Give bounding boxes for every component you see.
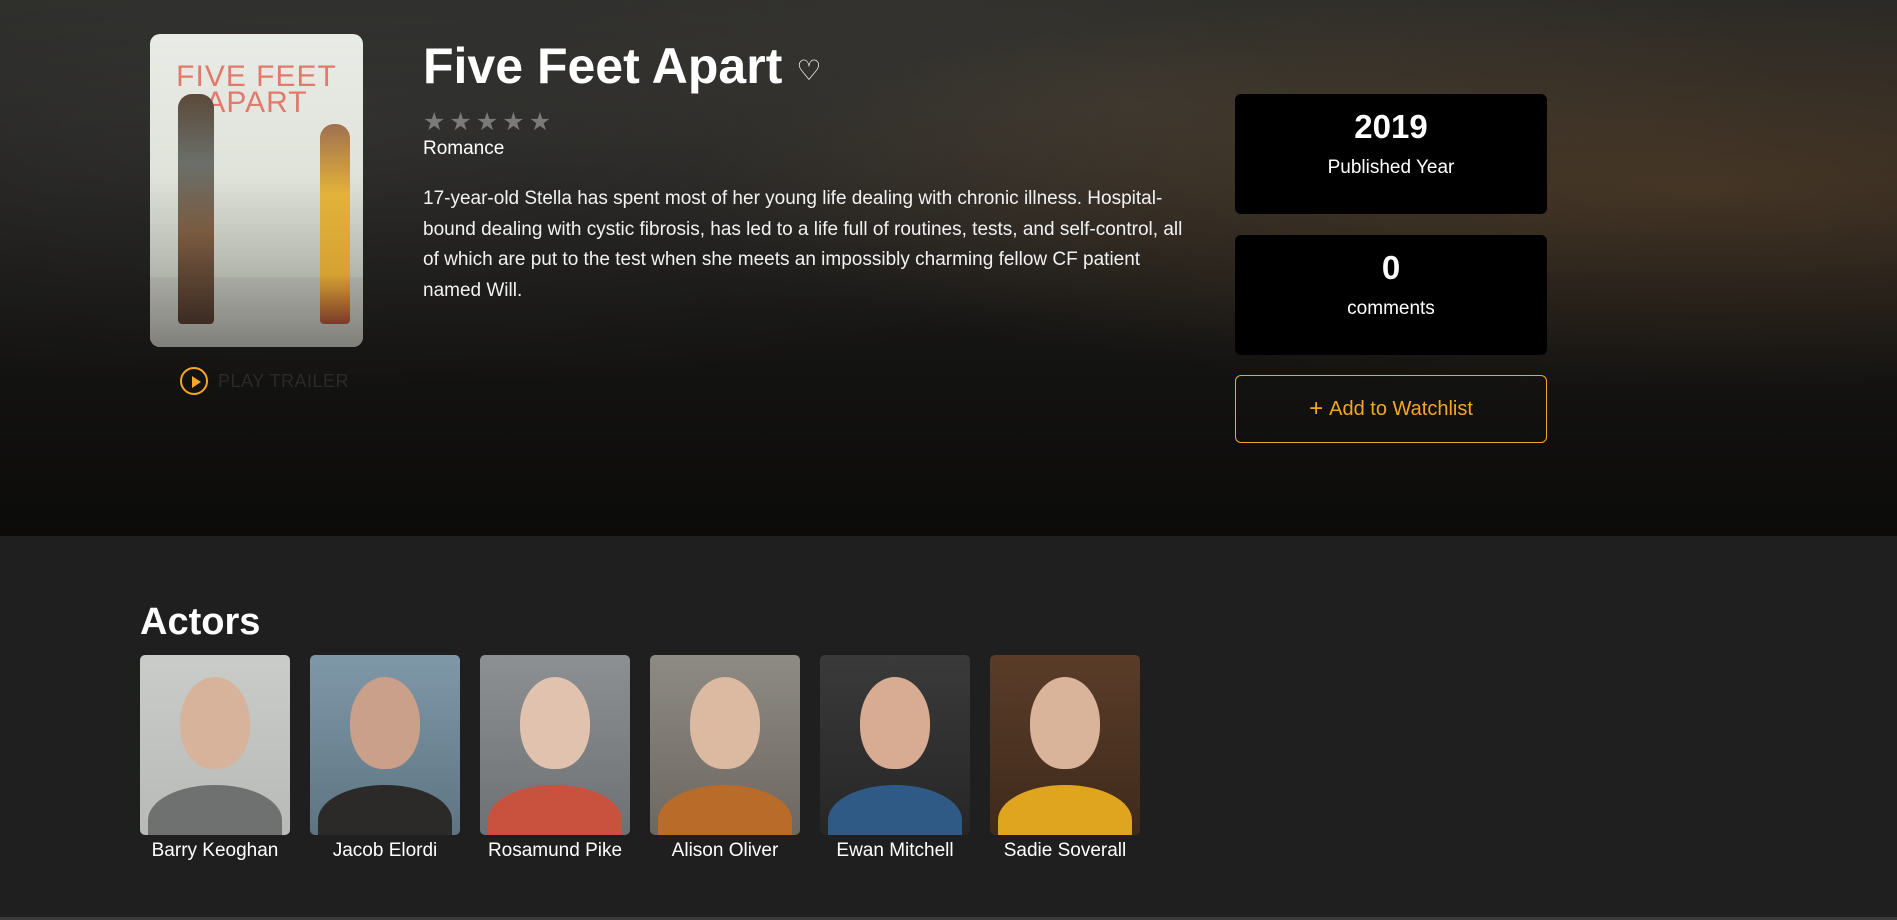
actor-photo [650, 655, 800, 835]
movie-description: 17-year-old Stella has spent most of her… [423, 188, 1183, 301]
actors-list: Barry Keoghan Jacob Elordi Rosamund Pike… [140, 655, 1140, 862]
poster-figure-right [320, 124, 350, 324]
play-trailer-button[interactable]: PLAY TRAILER [180, 367, 349, 395]
rating-stars[interactable]: ★ ★ ★ ★ ★ [423, 108, 551, 136]
movie-poster: FIVE FEET APART [150, 34, 363, 347]
play-trailer-label: PLAY TRAILER [218, 370, 350, 391]
published-year-card: 2019 Published Year [1235, 94, 1547, 214]
actor-photo [480, 655, 630, 835]
published-year-label: Published Year [1327, 157, 1455, 178]
actor-card[interactable]: Rosamund Pike [480, 655, 630, 862]
actor-name: Rosamund Pike [487, 840, 623, 861]
actor-card[interactable]: Sadie Soverall [990, 655, 1140, 862]
title-row: Five Feet Apart ♡ [423, 36, 824, 96]
play-circle-icon [180, 367, 208, 395]
star-icon[interactable]: ★ [476, 108, 498, 136]
plus-icon: + [1309, 395, 1324, 422]
actor-photo [140, 655, 290, 835]
actor-name: Barry Keoghan [151, 840, 279, 861]
comments-count: 0 [1381, 249, 1401, 286]
comments-label: comments [1347, 298, 1435, 319]
actor-card[interactable]: Barry Keoghan [140, 655, 290, 862]
actor-name: Sadie Soverall [1003, 840, 1127, 861]
actor-card[interactable]: Alison Oliver [650, 655, 800, 862]
actor-name: Alison Oliver [671, 840, 779, 861]
actor-card[interactable]: Jacob Elordi [310, 655, 460, 862]
actor-name: Ewan Mitchell [836, 840, 954, 861]
add-to-watchlist-button[interactable]: + Add to Watchlist [1235, 375, 1547, 443]
star-icon[interactable]: ★ [423, 108, 445, 136]
actors-heading: Actors [140, 601, 261, 643]
star-icon[interactable]: ★ [529, 108, 551, 136]
published-year-value: 2019 [1354, 108, 1428, 145]
heart-icon[interactable]: ♡ [796, 57, 824, 85]
star-icon[interactable]: ★ [449, 108, 471, 136]
genre-label: Romance [423, 138, 505, 159]
movie-title: Five Feet Apart [423, 38, 783, 94]
star-icon[interactable]: ★ [502, 108, 524, 136]
add-to-watchlist-label: Add to Watchlist [1329, 397, 1473, 420]
actor-name: Jacob Elordi [332, 840, 438, 861]
poster-figure-left [178, 94, 214, 324]
actor-photo [990, 655, 1140, 835]
actor-card[interactable]: Ewan Mitchell [820, 655, 970, 862]
actor-photo [820, 655, 970, 835]
actor-photo [310, 655, 460, 835]
comments-card: 0 comments [1235, 235, 1547, 355]
